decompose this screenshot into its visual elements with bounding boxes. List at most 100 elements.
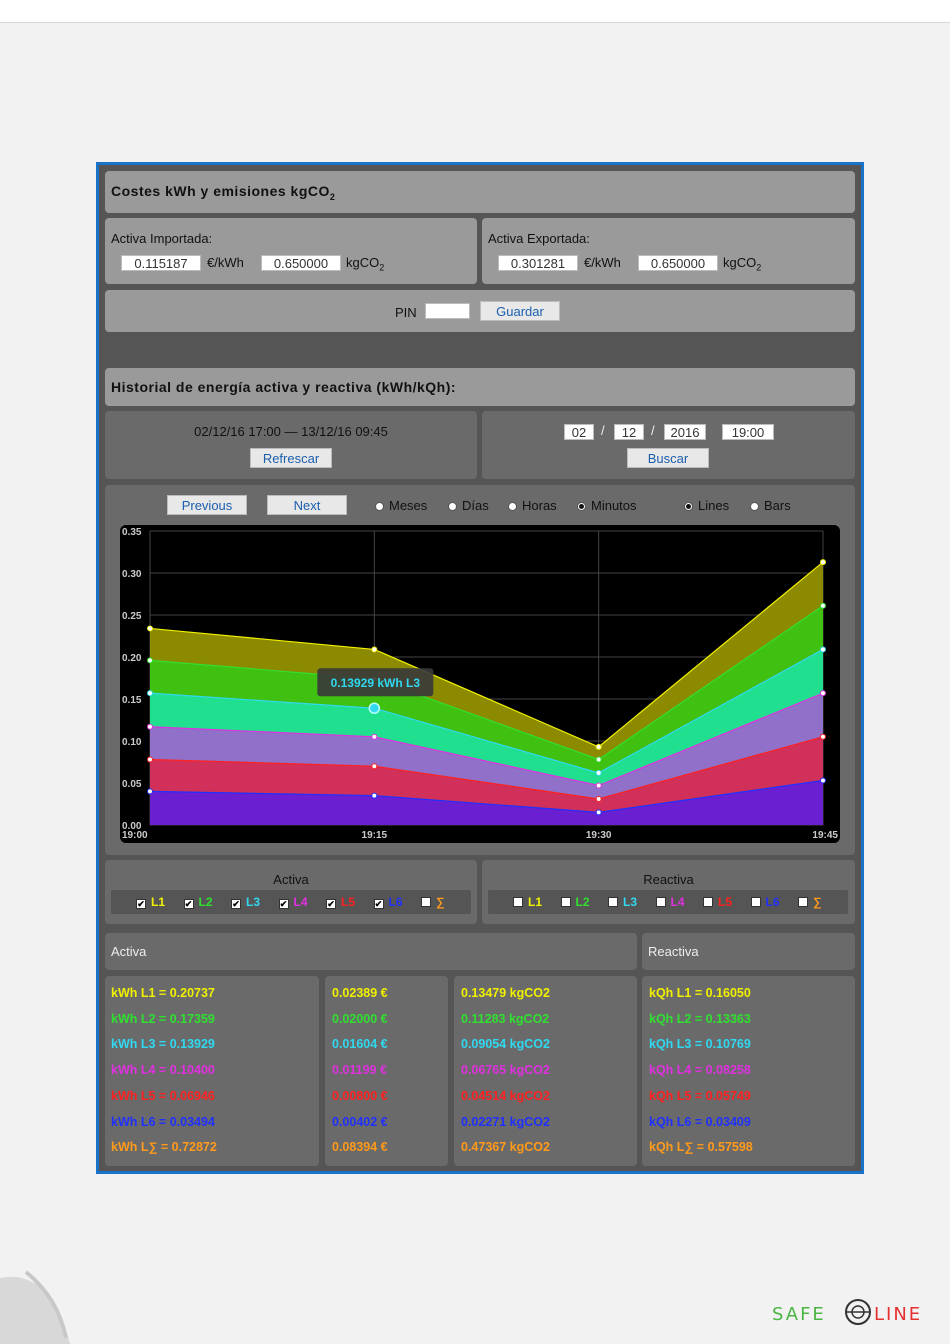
kwh-value: kWh L1 = 0.20737 [111, 986, 215, 1000]
date-sep-1: / [601, 423, 605, 438]
checkbox-label: L1 [151, 895, 166, 909]
checkbox-checked-icon: ✔ [278, 899, 289, 909]
activa-checkbox-l4[interactable]: ✔ L4 [278, 895, 308, 909]
co2-value: 0.11283 kgCO2 [461, 1011, 550, 1026]
activa-filter-checkboxes: ✔ L1 ✔ L2 ✔ L3 ✔ L4 ✔ L5 ✔ L6 ∑ [108, 890, 468, 914]
checkbox-label: L3 [246, 895, 261, 909]
reactiva-checkbox-l3[interactable]: L3 [608, 895, 637, 909]
point-l1 [371, 646, 378, 653]
pin-input[interactable] [425, 303, 470, 319]
kqh-value: kQh L3 = 0.10769 [649, 1037, 751, 1052]
checkbox-label: L4 [293, 895, 308, 909]
point-l5 [595, 795, 602, 802]
checkbox-checked-icon: ✔ [136, 899, 146, 909]
kwh-value: kWh L∑ = 0.72872 [111, 1140, 217, 1155]
checkbox-empty-icon [655, 897, 666, 907]
summary-reactiva-title: Reactiva [648, 944, 699, 959]
x-tick-label: 19:45 [812, 830, 838, 841]
radio-dot-selected [684, 502, 693, 511]
kqh-value: kQh L5 = 0.05749 [649, 1088, 751, 1103]
activa-checkbox-l1[interactable]: ✔ L1 [136, 895, 165, 909]
reactiva-checkbox-l6[interactable]: L6 [750, 895, 780, 909]
checkbox-empty-icon [608, 897, 618, 907]
importada-label: Activa Importada: [111, 231, 213, 246]
exportada-price-unit: €/kWh [584, 255, 621, 270]
kqh-value: kQh L∑ = 0.57598 [649, 1140, 753, 1155]
historial-title: Historial de energía activa y reactiva (… [111, 379, 457, 395]
exportada-co2-unit: kgCO2 [723, 255, 762, 273]
x-tick-label: 19:30 [586, 830, 612, 841]
year-field[interactable]: 2016 [664, 424, 706, 440]
tooltip-point [368, 702, 381, 714]
checkbox-label: L2 [198, 895, 213, 909]
radio-bars[interactable]: Bars [750, 498, 791, 513]
radio-dot-selected [577, 502, 586, 511]
next-button[interactable]: Next [267, 495, 347, 515]
checkbox-empty-icon [513, 897, 523, 907]
exportada-price-field[interactable]: 0.301281 [498, 255, 578, 271]
date-range-text: 02/12/16 17:00 — 13/12/16 09:45 [194, 424, 388, 439]
reactiva-checkbox-l2[interactable]: L2 [560, 895, 590, 909]
activa-checkbox-l3[interactable]: ✔ L3 [231, 895, 260, 909]
reactiva-checkbox-l1[interactable]: L1 [513, 895, 542, 909]
radio-dias[interactable]: Días [448, 498, 489, 513]
activa-checkbox-l5[interactable]: ✔ L5 [326, 895, 355, 909]
energy-chart: 0.00 0.05 0.10 0.15 0.20 0.25 0.30 0.35 19:00 19:… [120, 525, 840, 843]
kwh-value: kWh L5 = 0.06946 [111, 1088, 215, 1103]
kwh-value: kWh L6 = 0.03494 [111, 1114, 215, 1129]
euro-value: 0.02000 € [332, 1011, 388, 1026]
reactiva-checkbox-sum[interactable]: ∑ [798, 895, 822, 909]
point-l5 [820, 733, 826, 740]
previous-button[interactable]: Previous [167, 495, 247, 515]
checkbox-label: ∑ [813, 895, 822, 909]
euro-value: 0.00402 € [332, 1114, 388, 1129]
summary-reactiva-header: Reactiva [642, 933, 855, 970]
kqh-value: kQh L1 = 0.16050 [649, 986, 751, 1000]
reactiva-filter-title: Reactiva [643, 872, 694, 887]
importada-co2-field[interactable]: 0.650000 [261, 255, 341, 271]
radio-dot [448, 502, 457, 511]
y-tick-label: 0.30 [122, 569, 142, 580]
point-l5 [147, 756, 153, 763]
activa-checkbox-l6[interactable]: ✔ L6 [373, 895, 403, 909]
reactiva-checkbox-l5[interactable]: L5 [703, 895, 732, 909]
time-field[interactable]: 19:00 [722, 424, 774, 440]
y-tick-label: 0.10 [122, 737, 142, 748]
checkbox-checked-icon: ✔ [183, 899, 194, 909]
guardar-button[interactable]: Guardar [480, 301, 560, 321]
checkbox-checked-icon: ✔ [373, 899, 384, 909]
checkbox-label: ∑ [436, 895, 445, 909]
checkbox-empty-icon [421, 897, 431, 907]
svg-text:LINE: LINE [874, 1304, 922, 1325]
checkbox-label: L6 [765, 895, 780, 909]
checkbox-label: L5 [718, 895, 733, 909]
point-l4 [371, 733, 378, 740]
importada-price-field[interactable]: 0.115187 [121, 255, 201, 271]
point-l2 [595, 756, 602, 763]
euro-value: 0.01604 € [332, 1037, 388, 1052]
summary-activa-title: Activa [111, 944, 147, 959]
buscar-button[interactable]: Buscar [627, 448, 709, 468]
point-l1 [820, 559, 826, 566]
exportada-co2-field[interactable]: 0.650000 [638, 255, 718, 271]
euro-value: 0.08394 € [332, 1140, 388, 1155]
checkbox-checked-icon: ✔ [231, 899, 241, 909]
radio-horas[interactable]: Horas [508, 498, 557, 513]
radio-minutos[interactable]: Minutos [577, 498, 637, 513]
radio-meses[interactable]: Meses [375, 498, 427, 513]
safeline-logo: SAFE LINE [772, 1298, 932, 1334]
activa-checkbox-sum[interactable]: ∑ [421, 895, 445, 909]
kqh-value: kQh L4 = 0.08258 [649, 1063, 751, 1078]
day-field[interactable]: 02 [564, 424, 594, 440]
activa-checkbox-l2[interactable]: ✔ L2 [183, 895, 213, 909]
checkbox-label: L2 [575, 895, 590, 909]
x-tick-label: 19:15 [362, 830, 388, 841]
y-tick-label: 0.05 [122, 779, 142, 790]
kwh-value: kWh L3 = 0.13929 [111, 1037, 215, 1052]
point-l6 [820, 777, 826, 784]
reactiva-checkbox-l4[interactable]: L4 [655, 895, 685, 909]
month-field[interactable]: 12 [614, 424, 644, 440]
refrescar-button[interactable]: Refrescar [250, 448, 332, 468]
radio-lines[interactable]: Lines [684, 498, 729, 513]
importada-price-unit: €/kWh [207, 255, 244, 270]
